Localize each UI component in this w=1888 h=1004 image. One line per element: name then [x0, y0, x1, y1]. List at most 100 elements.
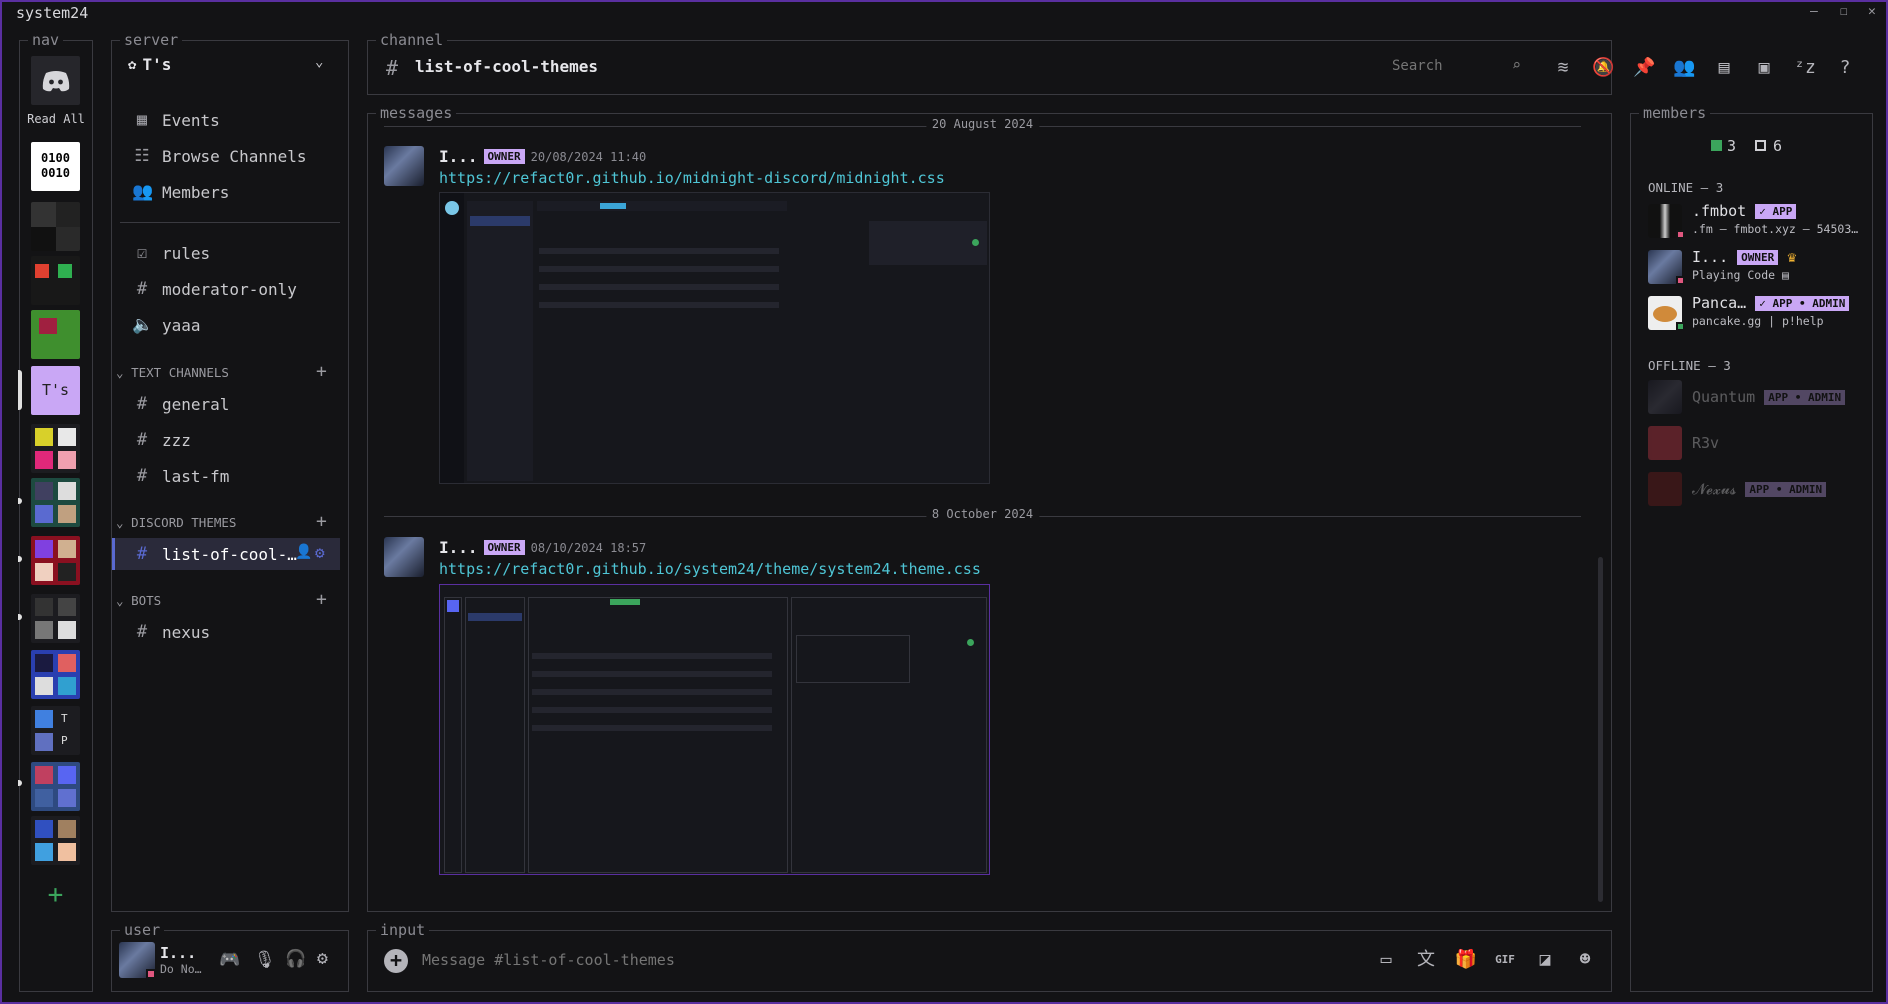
search-input[interactable] [1392, 54, 1502, 74]
avatar [1648, 380, 1682, 414]
server-icon-ts[interactable]: T's [31, 366, 80, 415]
channel-last-fm[interactable]: # last-fm [132, 463, 230, 489]
server-name-header[interactable]: ✿ T's [128, 55, 171, 74]
member-name: R3v [1692, 434, 1720, 452]
add-channel-icon[interactable]: + [316, 589, 327, 610]
gif-button[interactable]: GIF [1493, 948, 1517, 972]
avatar[interactable] [384, 537, 424, 577]
chevron-down-icon[interactable]: ⌄ [315, 54, 323, 70]
channel-yaaa[interactable]: 🔈 yaaa [132, 312, 201, 338]
maximize-button[interactable]: ☐ [1840, 4, 1848, 19]
channel-name: list-of-cool-themes [415, 57, 599, 76]
notifications-off-icon[interactable]: 🔕 [1592, 57, 1614, 79]
channel-general[interactable]: # general [132, 391, 230, 417]
server-folder-7[interactable] [31, 762, 80, 811]
discord-icon [42, 70, 69, 91]
server-folder-4[interactable] [31, 594, 80, 643]
member-fmbot[interactable]: .fmbot ✓ APP .fm — fmbot.xyz — 54503… [1648, 202, 1858, 242]
server-folder-2[interactable] [31, 478, 80, 527]
chevron-down-icon: ⌄ [116, 365, 124, 380]
server-icon-binary[interactable]: 0100 0010 [31, 142, 80, 191]
document-icon[interactable]: ▤ [1713, 57, 1735, 79]
divider [120, 222, 340, 223]
category-text-channels[interactable]: ⌄ TEXT CHANNELS + [116, 361, 336, 382]
member-pancake[interactable]: Panca… ✓ APP • ADMIN pancake.gg | p!help [1648, 294, 1858, 334]
member-name: Panca… ✓ APP • ADMIN [1692, 294, 1850, 312]
channel-zzz[interactable]: # zzz [132, 427, 191, 453]
server-folder-8[interactable] [31, 816, 80, 865]
embed-image-system24[interactable] [439, 584, 990, 875]
microphone-icon[interactable]: 🎙 [254, 950, 276, 970]
translate-icon[interactable]: 文 [1414, 948, 1438, 972]
total-count-icon [1755, 140, 1766, 151]
add-server-button[interactable]: + [31, 880, 80, 910]
avatar[interactable] [384, 146, 424, 186]
channel-label: zzz [162, 430, 191, 450]
browse-icon: ☷ [134, 146, 150, 166]
channel-rules[interactable]: ☑ rules [132, 240, 210, 266]
server-folder-3[interactable] [31, 536, 80, 585]
server-icon-skull[interactable] [31, 202, 80, 251]
category-bots[interactable]: ⌄ BOTS + [116, 589, 336, 610]
minimize-button[interactable]: — [1810, 4, 1818, 19]
sticker-icon[interactable]: ◪ [1533, 948, 1557, 972]
browse-channels-item[interactable]: ☷ Browse Channels [132, 143, 306, 169]
user-name[interactable]: I... [160, 944, 196, 962]
embed-image-midnight[interactable] [439, 192, 990, 484]
category-name: DISCORD THEMES [131, 515, 237, 530]
help-icon[interactable]: ? [1834, 57, 1856, 79]
emoji-icon[interactable]: ☻ [1573, 948, 1597, 972]
rules-icon: ☑ [136, 243, 148, 263]
server-folder-1[interactable] [31, 424, 80, 473]
scrollbar[interactable] [1598, 557, 1603, 902]
message-link[interactable]: https://refact0r.github.io/midnight-disc… [439, 169, 945, 187]
message-link[interactable]: https://refact0r.github.io/system24/them… [439, 560, 981, 578]
channel-label: last-fm [162, 466, 230, 486]
channel-label: yaaa [162, 315, 201, 335]
offline-header: OFFLINE — 3 [1648, 358, 1731, 373]
chevron-down-icon: ⌄ [116, 593, 124, 608]
server-icon-green[interactable] [31, 310, 80, 359]
message-author[interactable]: I... [439, 538, 478, 557]
channel-list-of-cool-themes[interactable]: # list-of-cool-… [132, 541, 297, 567]
add-channel-icon[interactable]: + [316, 361, 327, 382]
read-all-button[interactable]: Read All [24, 112, 88, 126]
search-bar[interactable]: ⌕ [1392, 54, 1532, 78]
gear-icon[interactable]: ⚙ [315, 543, 325, 562]
events-item[interactable]: ▦ Events [132, 107, 220, 133]
category-discord-themes[interactable]: ⌄ DISCORD THEMES + [116, 511, 336, 532]
message-author[interactable]: I... [439, 147, 478, 166]
member-quantum[interactable]: Quantum APP • ADMIN [1648, 378, 1858, 418]
member-r3v[interactable]: R3v [1648, 424, 1858, 464]
home-button[interactable] [31, 56, 80, 105]
members-item[interactable]: 👥 Members [132, 179, 229, 205]
add-channel-icon[interactable]: + [316, 511, 327, 532]
online-count-icon [1711, 140, 1722, 151]
member-nexus[interactable]: 𝓝𝓮𝔁𝓾𝓼 APP • ADMIN [1648, 470, 1858, 510]
gamepad-icon[interactable]: 🎮 [219, 950, 240, 970]
inbox-icon[interactable]: ▣ [1753, 57, 1775, 79]
invite-icon[interactable]: 👤 [295, 544, 312, 560]
threads-icon[interactable]: ≋ [1552, 57, 1574, 79]
members-title-label: members [1639, 104, 1711, 122]
message-input[interactable] [422, 951, 1322, 969]
server-folder-6[interactable]: TP [31, 706, 80, 755]
channel-nexus[interactable]: # nexus [132, 619, 210, 645]
gift-icon[interactable]: 🎁 [1454, 948, 1478, 972]
window-title: system24 [16, 4, 89, 22]
message-timestamp: 20/08/2024 11:40 [530, 149, 647, 164]
pin-icon[interactable]: 📌 [1633, 57, 1655, 79]
online-count: 3 [1727, 137, 1737, 155]
server-folder-5[interactable] [31, 650, 80, 699]
add-attachment-button[interactable]: + [384, 949, 408, 973]
server-icon-games[interactable] [31, 256, 80, 305]
headphones-icon[interactable]: 🎧 [285, 949, 306, 969]
gear-icon[interactable]: ⚙ [317, 948, 328, 969]
member-owner[interactable]: I... OWNER ♛ Playing Code ▤ [1648, 248, 1858, 288]
channel-title-label: channel [376, 31, 448, 49]
no-nitro-icon[interactable]: ▭ [1374, 948, 1398, 972]
close-button[interactable]: ✕ [1868, 4, 1876, 19]
sleep-icon[interactable]: ᶻz [1794, 57, 1816, 79]
member-list-icon[interactable]: 👥 [1673, 57, 1695, 79]
channel-moderator-only[interactable]: # moderator-only [132, 276, 297, 302]
